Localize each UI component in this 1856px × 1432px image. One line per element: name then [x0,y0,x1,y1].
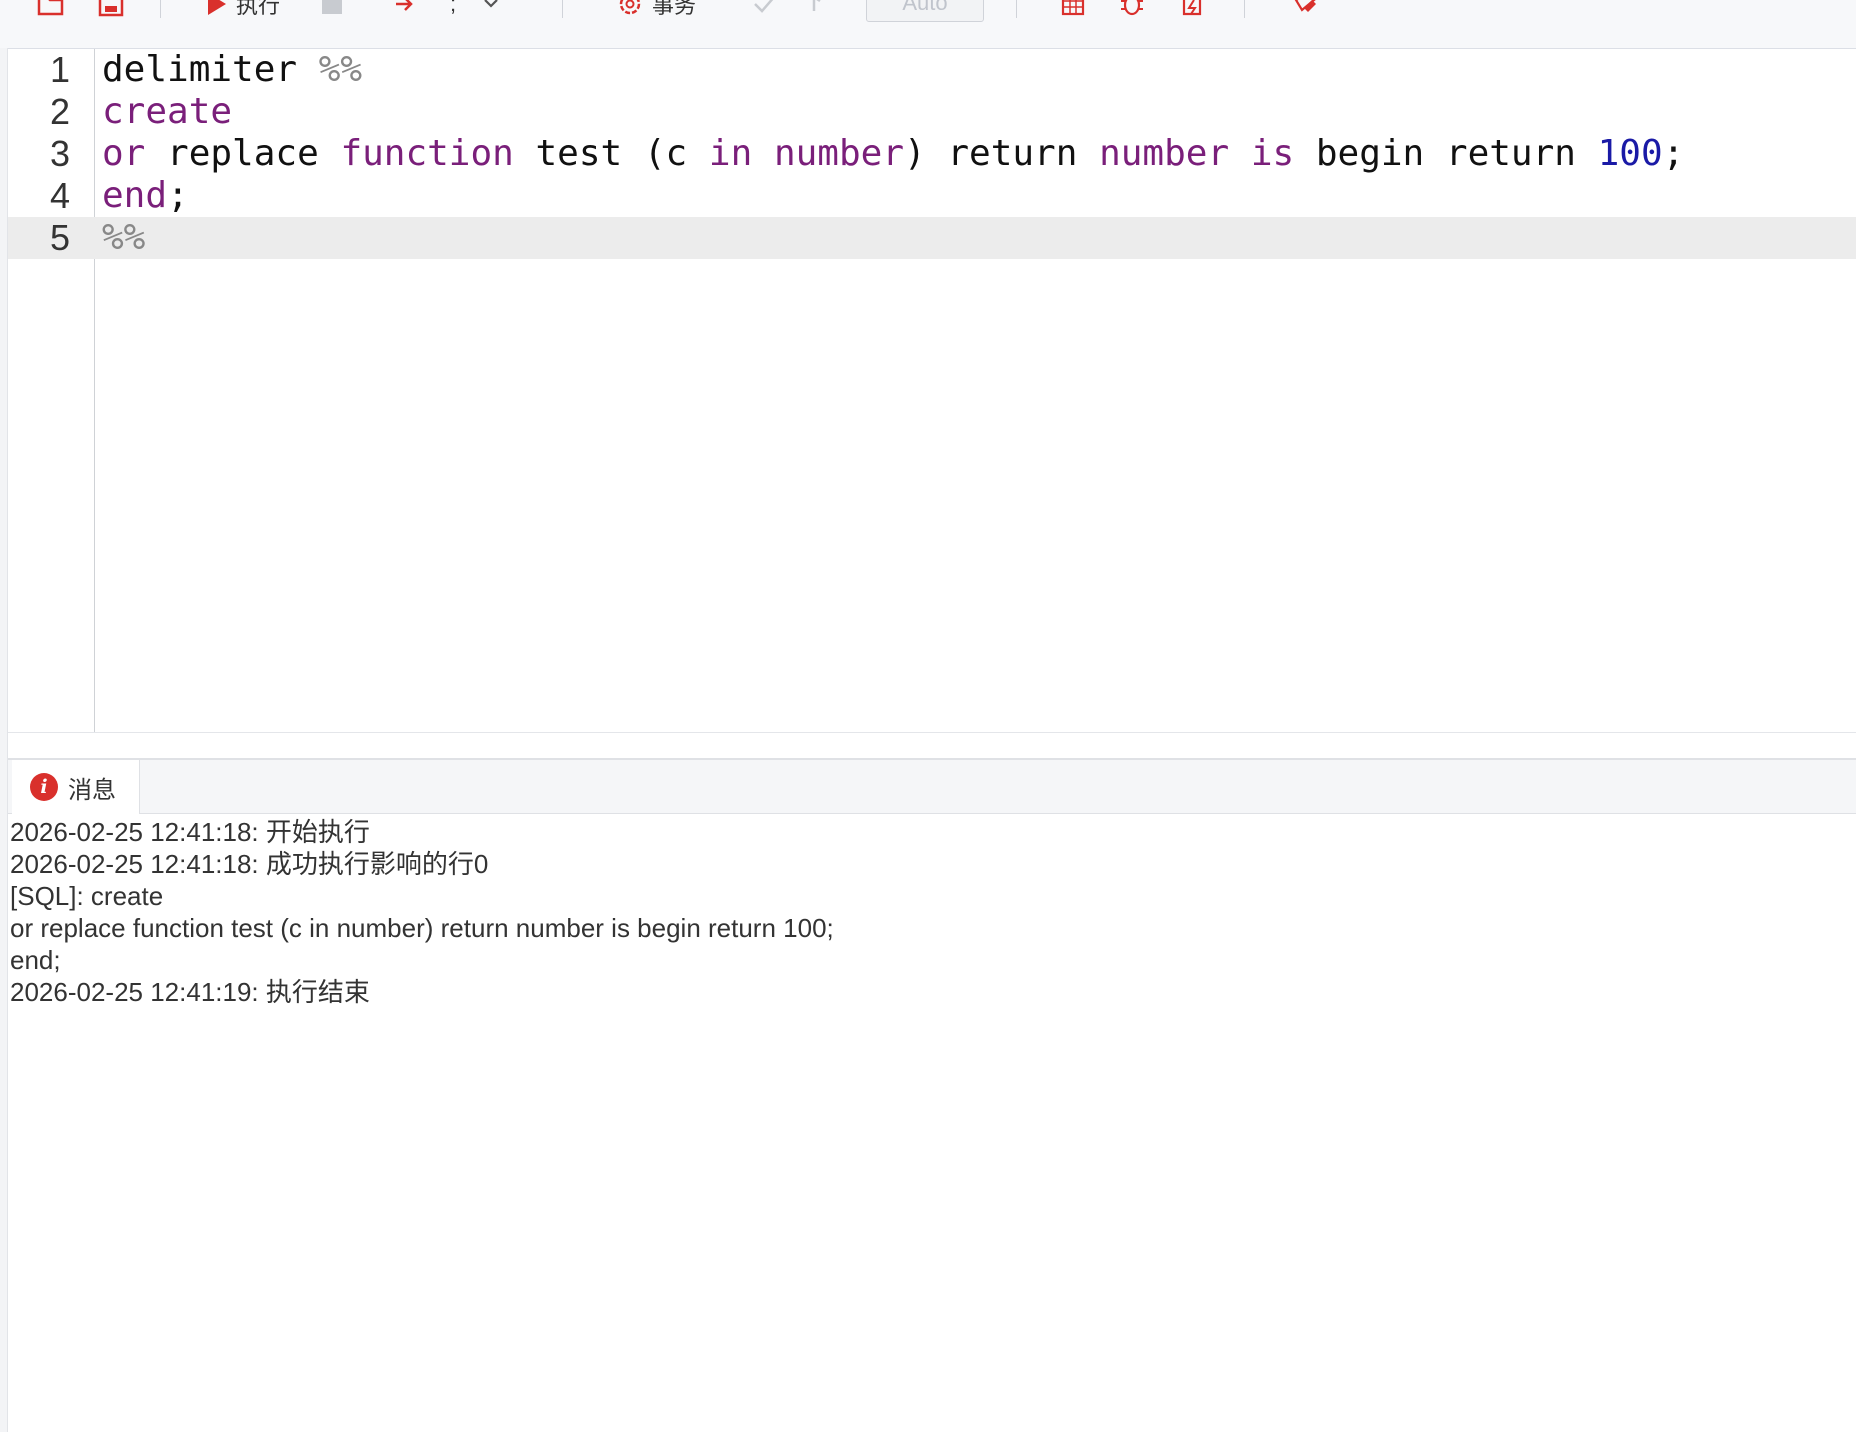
info-icon: i [30,773,58,801]
editor-resize-bar[interactable] [8,732,1856,759]
delimiter-select[interactable]: ; [450,0,500,20]
code-line-3[interactable]: 3 or replace function test (c in number)… [8,133,1856,175]
save-icon [96,0,126,19]
token-number: 100 [1597,133,1663,174]
sql-editor[interactable]: 1 delimiter %% 2 create 3 or replace fun… [8,49,1856,732]
toolbar-separator [1244,0,1245,18]
step-arrow-icon [394,0,416,15]
grid-button[interactable] [1060,0,1086,20]
token-keyword: number [773,133,904,174]
save-button[interactable] [96,0,126,20]
code-text: %% [102,217,146,258]
message-line: or replace function test (c in number) r… [10,913,834,943]
stop-icon [320,0,344,16]
code-text: end; [102,175,189,216]
message-log: 2026-02-25 12:41:18: 开始执行 2026-02-25 12:… [10,816,1850,1008]
results-tab-bar: i 消息 [8,758,1856,814]
check-icon [752,0,778,15]
export-icon [1178,0,1206,18]
token-keyword: number [1099,133,1230,174]
token-keyword: in [708,133,753,174]
left-margin-strip [0,48,8,1432]
play-icon [206,0,228,17]
debug-button[interactable] [1118,0,1146,20]
tab-messages-label: 消息 [68,776,116,804]
token-delimiter: %% [318,49,363,90]
message-line: 2026-02-25 12:41:19: 执行结束 [10,977,370,1007]
transaction-button[interactable]: 事务 [616,0,696,20]
execute-button[interactable]: 执行 [206,0,280,20]
toolbar-separator [562,0,563,18]
code-line-4[interactable]: 4 end; [8,175,1856,217]
token-keyword: end [102,175,168,216]
message-line: [SQL]: create [10,881,164,911]
token-identifier: delimiter [102,49,319,90]
token-keyword: or [102,133,146,174]
code-line-2[interactable]: 2 create [8,91,1856,133]
open-button[interactable] [36,0,66,20]
gear-icon [616,0,644,18]
token-keyword: function [340,133,514,174]
code-text: delimiter %% [102,49,362,91]
table-icon [1060,0,1086,17]
commit-mode-value: Auto [902,0,948,15]
commit-mode-select[interactable]: Auto [866,0,984,22]
commit-button[interactable] [752,0,778,20]
line-number: 1 [49,49,70,90]
message-line: 2026-02-25 12:41:18: 开始执行 [10,817,370,847]
toolbar: 执行 ; 事务 Auto [0,0,1856,49]
undo-icon [810,0,836,15]
delimiter-value: ; [450,0,457,16]
message-line: 2026-02-25 12:41:18: 成功执行影响的行0 [10,849,489,879]
code-text: create [102,91,233,132]
bug-icon [1118,0,1146,18]
code-text: or replace function test (c in number) r… [102,133,1685,174]
token-keyword: is [1250,133,1295,174]
eraser-icon [1290,0,1320,18]
export-button[interactable] [1178,0,1206,20]
tab-messages[interactable]: i 消息 [12,760,140,814]
folder-open-icon [36,0,66,19]
step-button[interactable] [394,0,416,20]
line-number: 3 [49,133,70,174]
line-number: 2 [49,91,70,132]
line-number: 4 [49,175,70,216]
code-line-5[interactable]: 5 %% [8,217,1856,259]
rollback-button[interactable] [810,0,836,20]
chevron-down-icon [482,0,500,11]
code-line-1[interactable]: 1 delimiter %% [8,49,1856,91]
execute-label: 执行 [236,0,281,18]
transaction-label: 事务 [652,0,697,18]
message-line: end; [10,945,61,975]
toolbar-separator [1016,0,1017,18]
toolbar-separator [160,0,161,18]
stop-button[interactable] [320,0,344,20]
line-number: 5 [49,217,70,258]
clear-button[interactable] [1290,0,1320,20]
